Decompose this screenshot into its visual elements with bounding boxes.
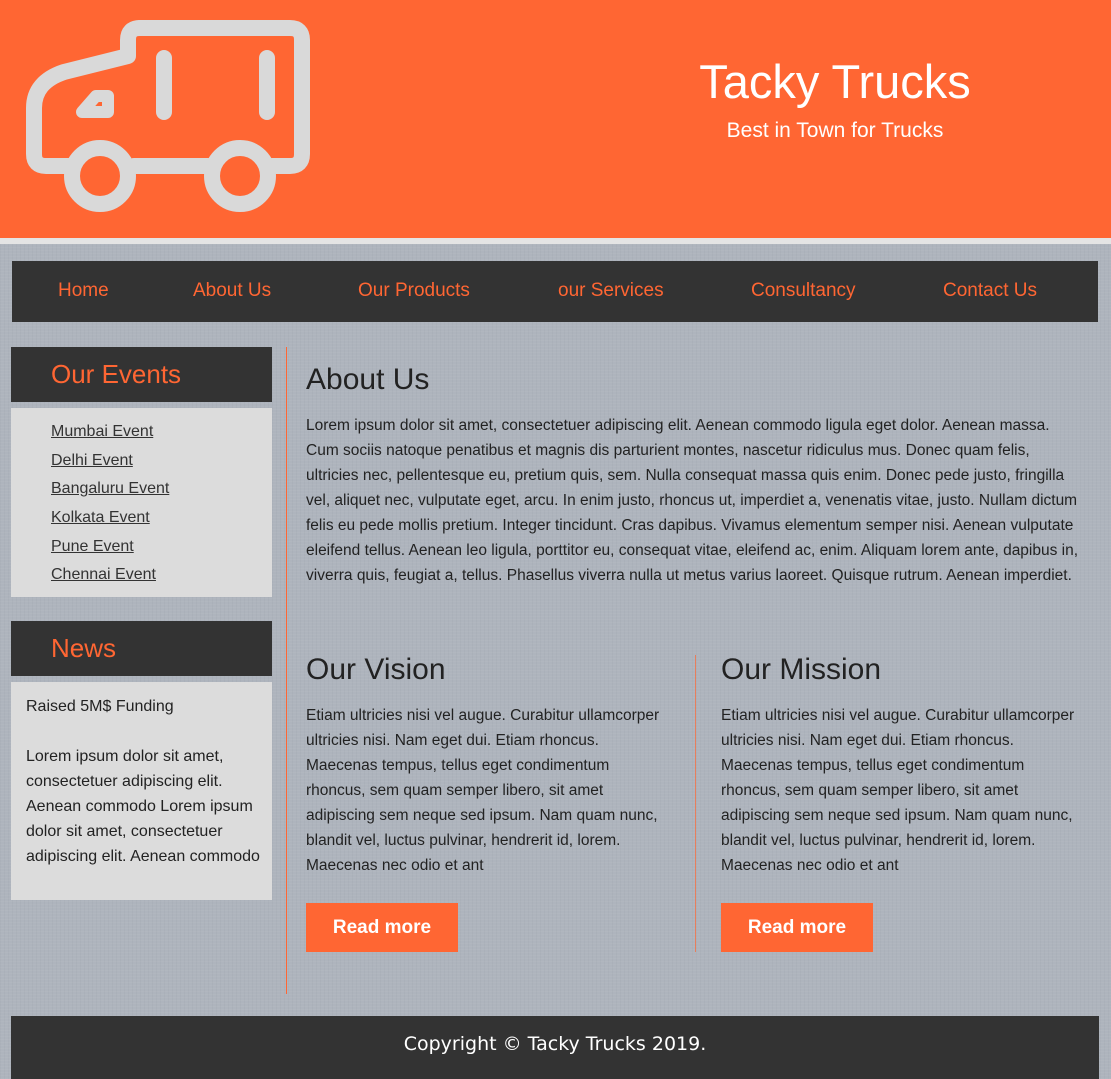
- mission-heading: Our Mission: [721, 653, 882, 686]
- list-item: Delhi Event: [51, 447, 272, 476]
- site-title: Tacky Trucks: [699, 55, 971, 108]
- site-header: Tacky Trucks Best in Town for Trucks: [0, 0, 1111, 238]
- event-link-bangaluru[interactable]: Bangaluru Event: [51, 480, 169, 497]
- list-item: Chennai Event: [51, 561, 272, 590]
- nav-our-products[interactable]: Our Products: [358, 261, 470, 321]
- news-panel: Raised 5M$ Funding Lorem ipsum dolor sit…: [11, 682, 272, 900]
- nav-contact-us[interactable]: Contact Us: [943, 261, 1037, 321]
- about-heading: About Us: [306, 363, 430, 396]
- event-link-mumbai[interactable]: Mumbai Event: [51, 423, 153, 440]
- news-body: Lorem ipsum dolor sit amet, consectetuer…: [26, 748, 260, 865]
- nav-our-services[interactable]: our Services: [558, 261, 664, 321]
- event-link-pune[interactable]: Pune Event: [51, 538, 134, 555]
- events-list: Mumbai Event Delhi Event Bangaluru Event…: [11, 408, 272, 590]
- nav-about-us[interactable]: About Us: [193, 261, 271, 321]
- events-panel: Mumbai Event Delhi Event Bangaluru Event…: [11, 408, 272, 597]
- truck-icon: [26, 20, 310, 212]
- vision-text: Etiam ultricies nisi vel augue. Curabitu…: [306, 707, 660, 874]
- events-heading: Our Events: [11, 347, 272, 402]
- content-divider: [286, 347, 287, 994]
- mission-read-more-button[interactable]: Read more: [721, 903, 873, 952]
- mission-text: Etiam ultricies nisi vel augue. Curabitu…: [721, 707, 1075, 874]
- list-item: Bangaluru Event: [51, 475, 272, 504]
- list-item: Kolkata Event: [51, 504, 272, 533]
- news-title: Raised 5M$ Funding: [26, 698, 174, 715]
- news-heading: News: [11, 621, 272, 676]
- list-item: Mumbai Event: [51, 418, 272, 447]
- about-text: Lorem ipsum dolor sit amet, consectetuer…: [306, 417, 1079, 584]
- site-footer: Copyright © Tacky Trucks 2019.: [11, 1016, 1099, 1079]
- event-link-delhi[interactable]: Delhi Event: [51, 452, 133, 469]
- column-divider: [695, 655, 696, 952]
- site-tagline: Best in Town for Trucks: [726, 119, 944, 142]
- vision-heading: Our Vision: [306, 653, 446, 686]
- header-divider: [0, 238, 1111, 244]
- nav-consultancy[interactable]: Consultancy: [751, 261, 856, 321]
- event-link-kolkata[interactable]: Kolkata Event: [51, 509, 150, 526]
- nav-home[interactable]: Home: [58, 261, 109, 321]
- vision-read-more-button[interactable]: Read more: [306, 903, 458, 952]
- list-item: Pune Event: [51, 533, 272, 562]
- main-nav: Home About Us Our Products our Services …: [12, 261, 1098, 322]
- copyright-text: Copyright © Tacky Trucks 2019.: [403, 1033, 707, 1055]
- event-link-chennai[interactable]: Chennai Event: [51, 566, 156, 583]
